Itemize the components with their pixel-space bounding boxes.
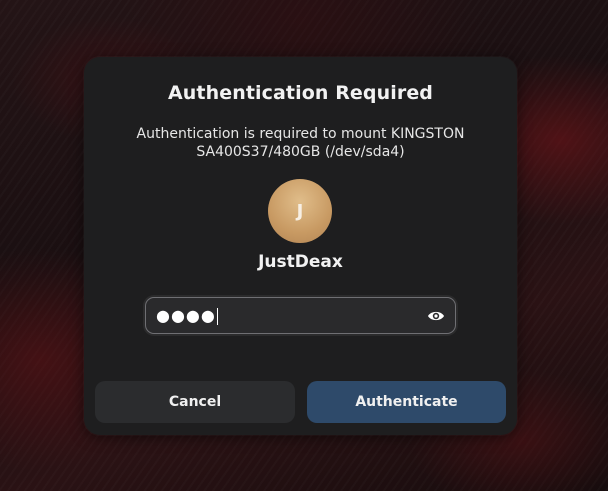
dialog-title: Authentication Required — [167, 82, 434, 104]
dialog-message: Authentication is required to mount KING… — [136, 126, 465, 160]
text-cursor — [216, 308, 219, 325]
password-masked-text: ●●●● — [156, 306, 216, 325]
authenticate-button-label: Authenticate — [355, 394, 458, 410]
password-value[interactable]: ●●●● — [156, 306, 219, 326]
cancel-button-label: Cancel — [168, 394, 222, 410]
username-label: JustDeax — [258, 252, 343, 272]
authentication-dialog: Authentication Required Authentication i… — [84, 57, 517, 435]
eye-icon[interactable] — [427, 308, 445, 324]
avatar: J — [268, 179, 332, 243]
authenticate-button[interactable]: Authenticate — [307, 381, 506, 423]
avatar-initial: J — [296, 200, 304, 222]
cancel-button[interactable]: Cancel — [95, 381, 295, 423]
password-field[interactable]: ●●●● — [145, 297, 456, 334]
